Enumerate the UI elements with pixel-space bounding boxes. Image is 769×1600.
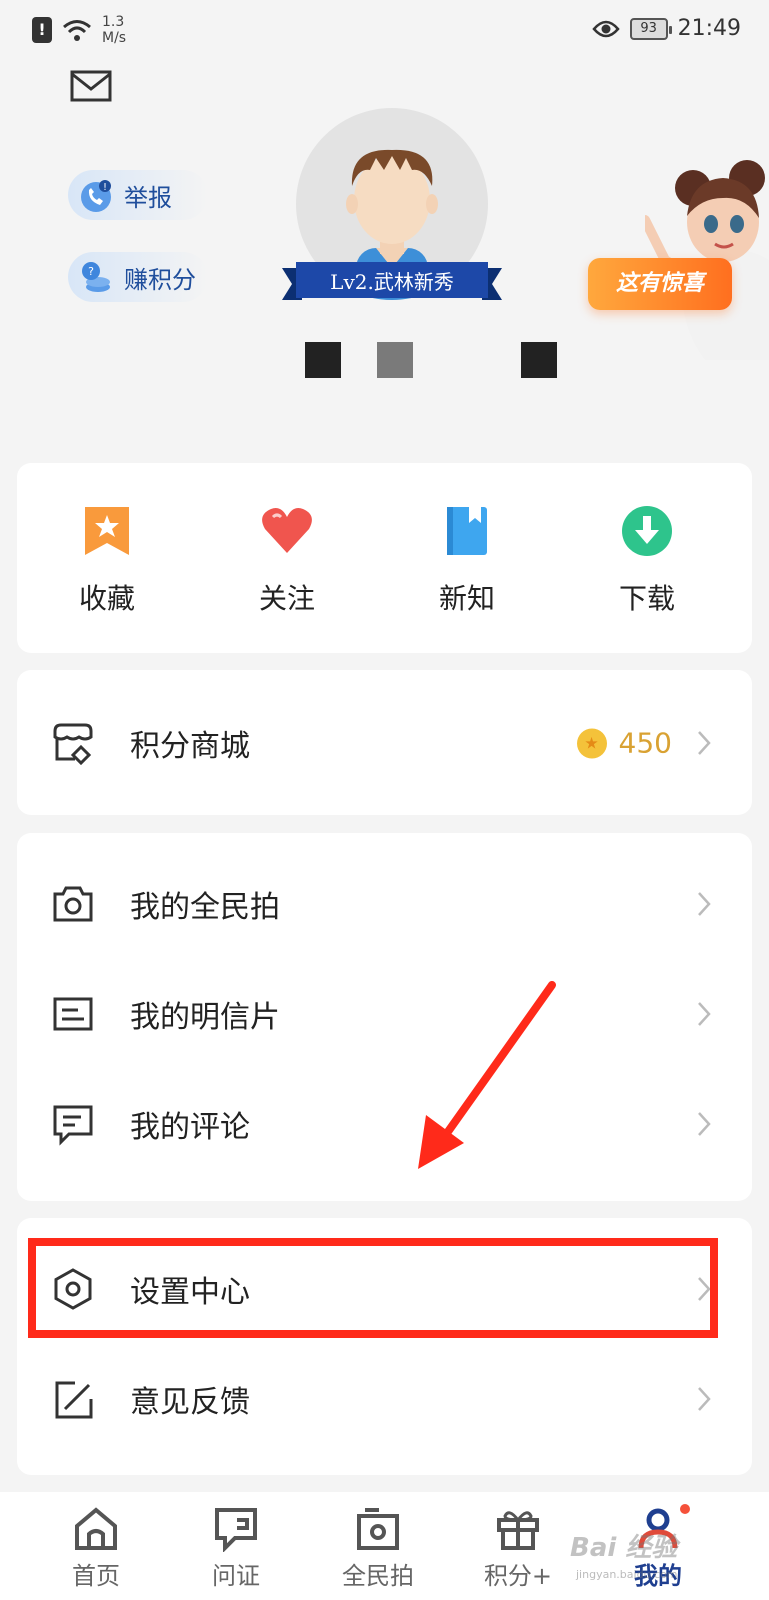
my-item-comments[interactable]: 我的评论 [17, 1069, 752, 1179]
points-mall-row[interactable]: 积分商城 450 [17, 688, 752, 798]
my-item-label: 我的评论 [130, 1110, 250, 1145]
network-speed: 1.3 M/s [102, 14, 126, 46]
book-icon [447, 507, 487, 555]
mask-block [521, 342, 557, 378]
earn-points-button[interactable]: ? 赚积分 [68, 252, 208, 302]
status-bar: ! 1.3 M/s 93 21:49 [0, 0, 769, 60]
points-mall-label: 积分商城 [130, 729, 250, 764]
coins-icon: ? [82, 262, 110, 292]
status-left: ! 1.3 M/s [32, 14, 126, 46]
quick-item-new-knowledge[interactable]: 新知 [407, 503, 527, 617]
nav-label: 首页 [72, 1562, 120, 1590]
quick-item-label: 下载 [618, 582, 675, 615]
nav-label: 问证 [212, 1562, 260, 1590]
inquiry-icon [215, 1508, 257, 1552]
points-value: 450 [618, 726, 672, 760]
quick-item-label: 新知 [438, 582, 495, 615]
quick-item-downloads[interactable]: 下载 [587, 503, 707, 617]
shop-icon [53, 723, 93, 765]
promo-mascot-illustration [645, 160, 769, 360]
quick-actions-card: 收藏 关注 新知 下载 [17, 463, 752, 653]
svg-text:?: ? [88, 265, 94, 278]
nav-inquiry[interactable]: 问证 [186, 1506, 286, 1591]
points-mall-card: 积分商城 450 [17, 670, 752, 815]
chevron-right-icon [698, 1002, 711, 1026]
feedback-edit-icon [55, 1381, 93, 1419]
chevron-right-icon [698, 731, 711, 755]
report-button[interactable]: ! 举报 [68, 170, 208, 220]
quick-item-favorites[interactable]: 收藏 [47, 503, 167, 617]
my-item-label: 我的明信片 [130, 1000, 280, 1035]
nav-points-plus[interactable]: 积分+ [468, 1506, 568, 1591]
masked-username [305, 342, 557, 378]
chevron-right-icon [698, 1387, 711, 1411]
svg-text:!: ! [103, 182, 107, 193]
level-badge-text: Lv2.武林新秀 [330, 270, 454, 294]
camera-icon [53, 886, 93, 922]
mask-block [305, 342, 341, 378]
status-right: 93 21:49 [591, 16, 741, 41]
mail-icon[interactable] [70, 70, 112, 102]
quick-item-label: 关注 [258, 582, 315, 615]
my-content-card: 我的全民拍 我的明信片 我的评论 [17, 833, 752, 1201]
quick-item-follow[interactable]: 关注 [227, 503, 347, 617]
my-item-label: 我的全民拍 [130, 890, 280, 925]
battery-indicator: 93 [629, 17, 672, 40]
chevron-right-icon [698, 892, 711, 916]
nav-label: 积分+ [483, 1562, 553, 1590]
heart-icon [262, 508, 312, 553]
my-item-postcards[interactable]: 我的明信片 [17, 959, 752, 1069]
chevron-right-icon [698, 1112, 711, 1136]
feedback-row[interactable]: 意见反馈 [17, 1344, 752, 1454]
download-icon [622, 506, 672, 556]
comment-icon [53, 1105, 93, 1146]
sim-alert-icon: ! [32, 17, 52, 43]
watermark: Bai 经验 [570, 1533, 678, 1563]
nav-home[interactable]: 首页 [46, 1506, 146, 1591]
nav-label: 全民拍 [342, 1562, 414, 1590]
my-item-photos[interactable]: 我的全民拍 [17, 849, 752, 959]
bookmark-star-icon [85, 507, 129, 555]
feedback-label: 意见反馈 [130, 1385, 250, 1420]
nav-citizen-photo[interactable]: 全民拍 [328, 1506, 428, 1591]
phone-report-icon: ! [81, 180, 111, 212]
wifi-icon [63, 20, 91, 41]
earn-points-label: 赚积分 [124, 265, 196, 294]
points-balance: 450 [576, 726, 672, 760]
notification-dot [680, 1504, 690, 1514]
report-label: 举报 [124, 183, 172, 212]
clock: 21:49 [677, 16, 741, 41]
surprise-promo-button[interactable]: 这有惊喜 [588, 258, 732, 310]
camera-frame-icon [357, 1508, 399, 1550]
quick-item-label: 收藏 [78, 582, 135, 615]
postcard-icon [53, 997, 93, 1031]
highlight-box [28, 1238, 718, 1338]
eye-icon [591, 20, 620, 37]
mask-block [377, 342, 413, 378]
network-speed-unit: M/s [102, 30, 127, 46]
coin-icon [576, 728, 607, 758]
mask-block [449, 342, 485, 378]
annotation-arrow [418, 981, 556, 1169]
home-icon [75, 1507, 117, 1550]
watermark-url: jingyan.baidu.com [576, 1568, 678, 1581]
gift-icon [497, 1511, 539, 1550]
network-speed-value: 1.3 [102, 14, 125, 30]
